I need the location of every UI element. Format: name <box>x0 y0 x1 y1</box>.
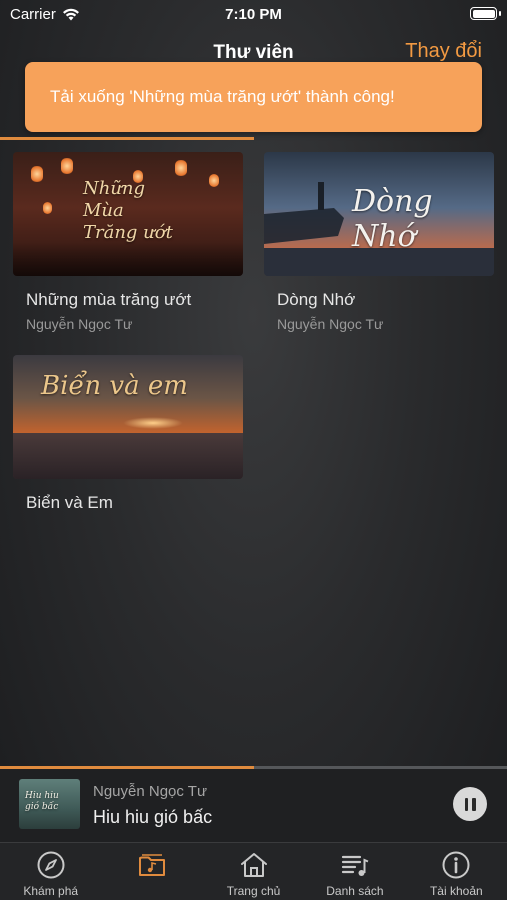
item-title: Những mùa trăng ướt <box>26 290 192 309</box>
cover-title-text: Những Mùa Trăng ướt <box>83 178 173 243</box>
tab-bar: Khám phá Trang chủ Danh sách Tài khoản <box>0 842 507 900</box>
pause-icon <box>464 797 468 811</box>
playback-progress-fill <box>0 766 254 769</box>
tab-label: Khám phá <box>23 884 79 898</box>
tab-label: Tài khoản <box>429 884 483 898</box>
toast-message: Tải xuống 'Những mùa trăng ướt' thành cô… <box>50 87 395 106</box>
tab-label: Danh sách <box>326 884 384 898</box>
playlist-icon <box>341 855 369 876</box>
item-title: Dòng Nhớ <box>277 290 356 309</box>
cover-image: Những Mùa Trăng ướt <box>13 152 243 276</box>
mini-player[interactable]: Hiu hiu gió bấc Nguyễn Ngọc Tư Hiu hiu g… <box>0 766 507 842</box>
edit-button[interactable]: Thay đổi <box>405 40 482 63</box>
tab-label: Trang chủ <box>226 884 281 898</box>
cover-title-text: Dòng Nhớ <box>352 184 433 254</box>
clock: 7:10 PM <box>225 6 282 23</box>
cover-image: Biển và em <box>13 355 243 479</box>
home-icon <box>240 853 267 877</box>
pause-button[interactable] <box>453 787 487 821</box>
status-bar: Carrier 7:10 PM <box>0 0 507 30</box>
tab-home[interactable]: Trang chủ <box>203 843 304 900</box>
tab-library[interactable] <box>101 843 202 900</box>
segment-indicator <box>0 137 254 140</box>
cover-image: Dòng Nhớ <box>264 152 494 276</box>
library-item[interactable]: Biển và em Biển và Em <box>13 355 243 513</box>
library-item[interactable]: Dòng Nhớ Dòng Nhớ Nguyễn Ngọc Tư <box>264 152 494 332</box>
playback-progress <box>0 766 507 769</box>
now-playing-artist: Nguyễn Ngọc Tư <box>93 783 207 800</box>
item-author: Nguyễn Ngọc Tư <box>26 316 133 332</box>
item-author: Nguyễn Ngọc Tư <box>277 316 384 332</box>
battery-icon <box>470 7 501 20</box>
item-title: Biển và Em <box>26 493 113 512</box>
info-icon <box>442 851 470 879</box>
library-item[interactable]: Những Mùa Trăng ướt Những mùa trăng ướt … <box>13 152 243 332</box>
tab-explore[interactable]: Khám phá <box>0 843 101 900</box>
tab-account[interactable]: Tài khoản <box>406 843 507 900</box>
download-success-toast[interactable]: Tải xuống 'Những mùa trăng ướt' thành cô… <box>25 62 482 132</box>
compass-icon <box>37 851 65 879</box>
now-playing-artwork: Hiu hiu gió bấc <box>19 779 80 829</box>
artwork-text: Hiu hiu gió bấc <box>25 791 59 812</box>
tab-playlist[interactable]: Danh sách <box>304 843 405 900</box>
cover-title-text: Biển và em <box>41 371 188 401</box>
music-folder-icon <box>139 854 166 876</box>
now-playing-title: Hiu hiu gió bấc <box>93 807 213 827</box>
